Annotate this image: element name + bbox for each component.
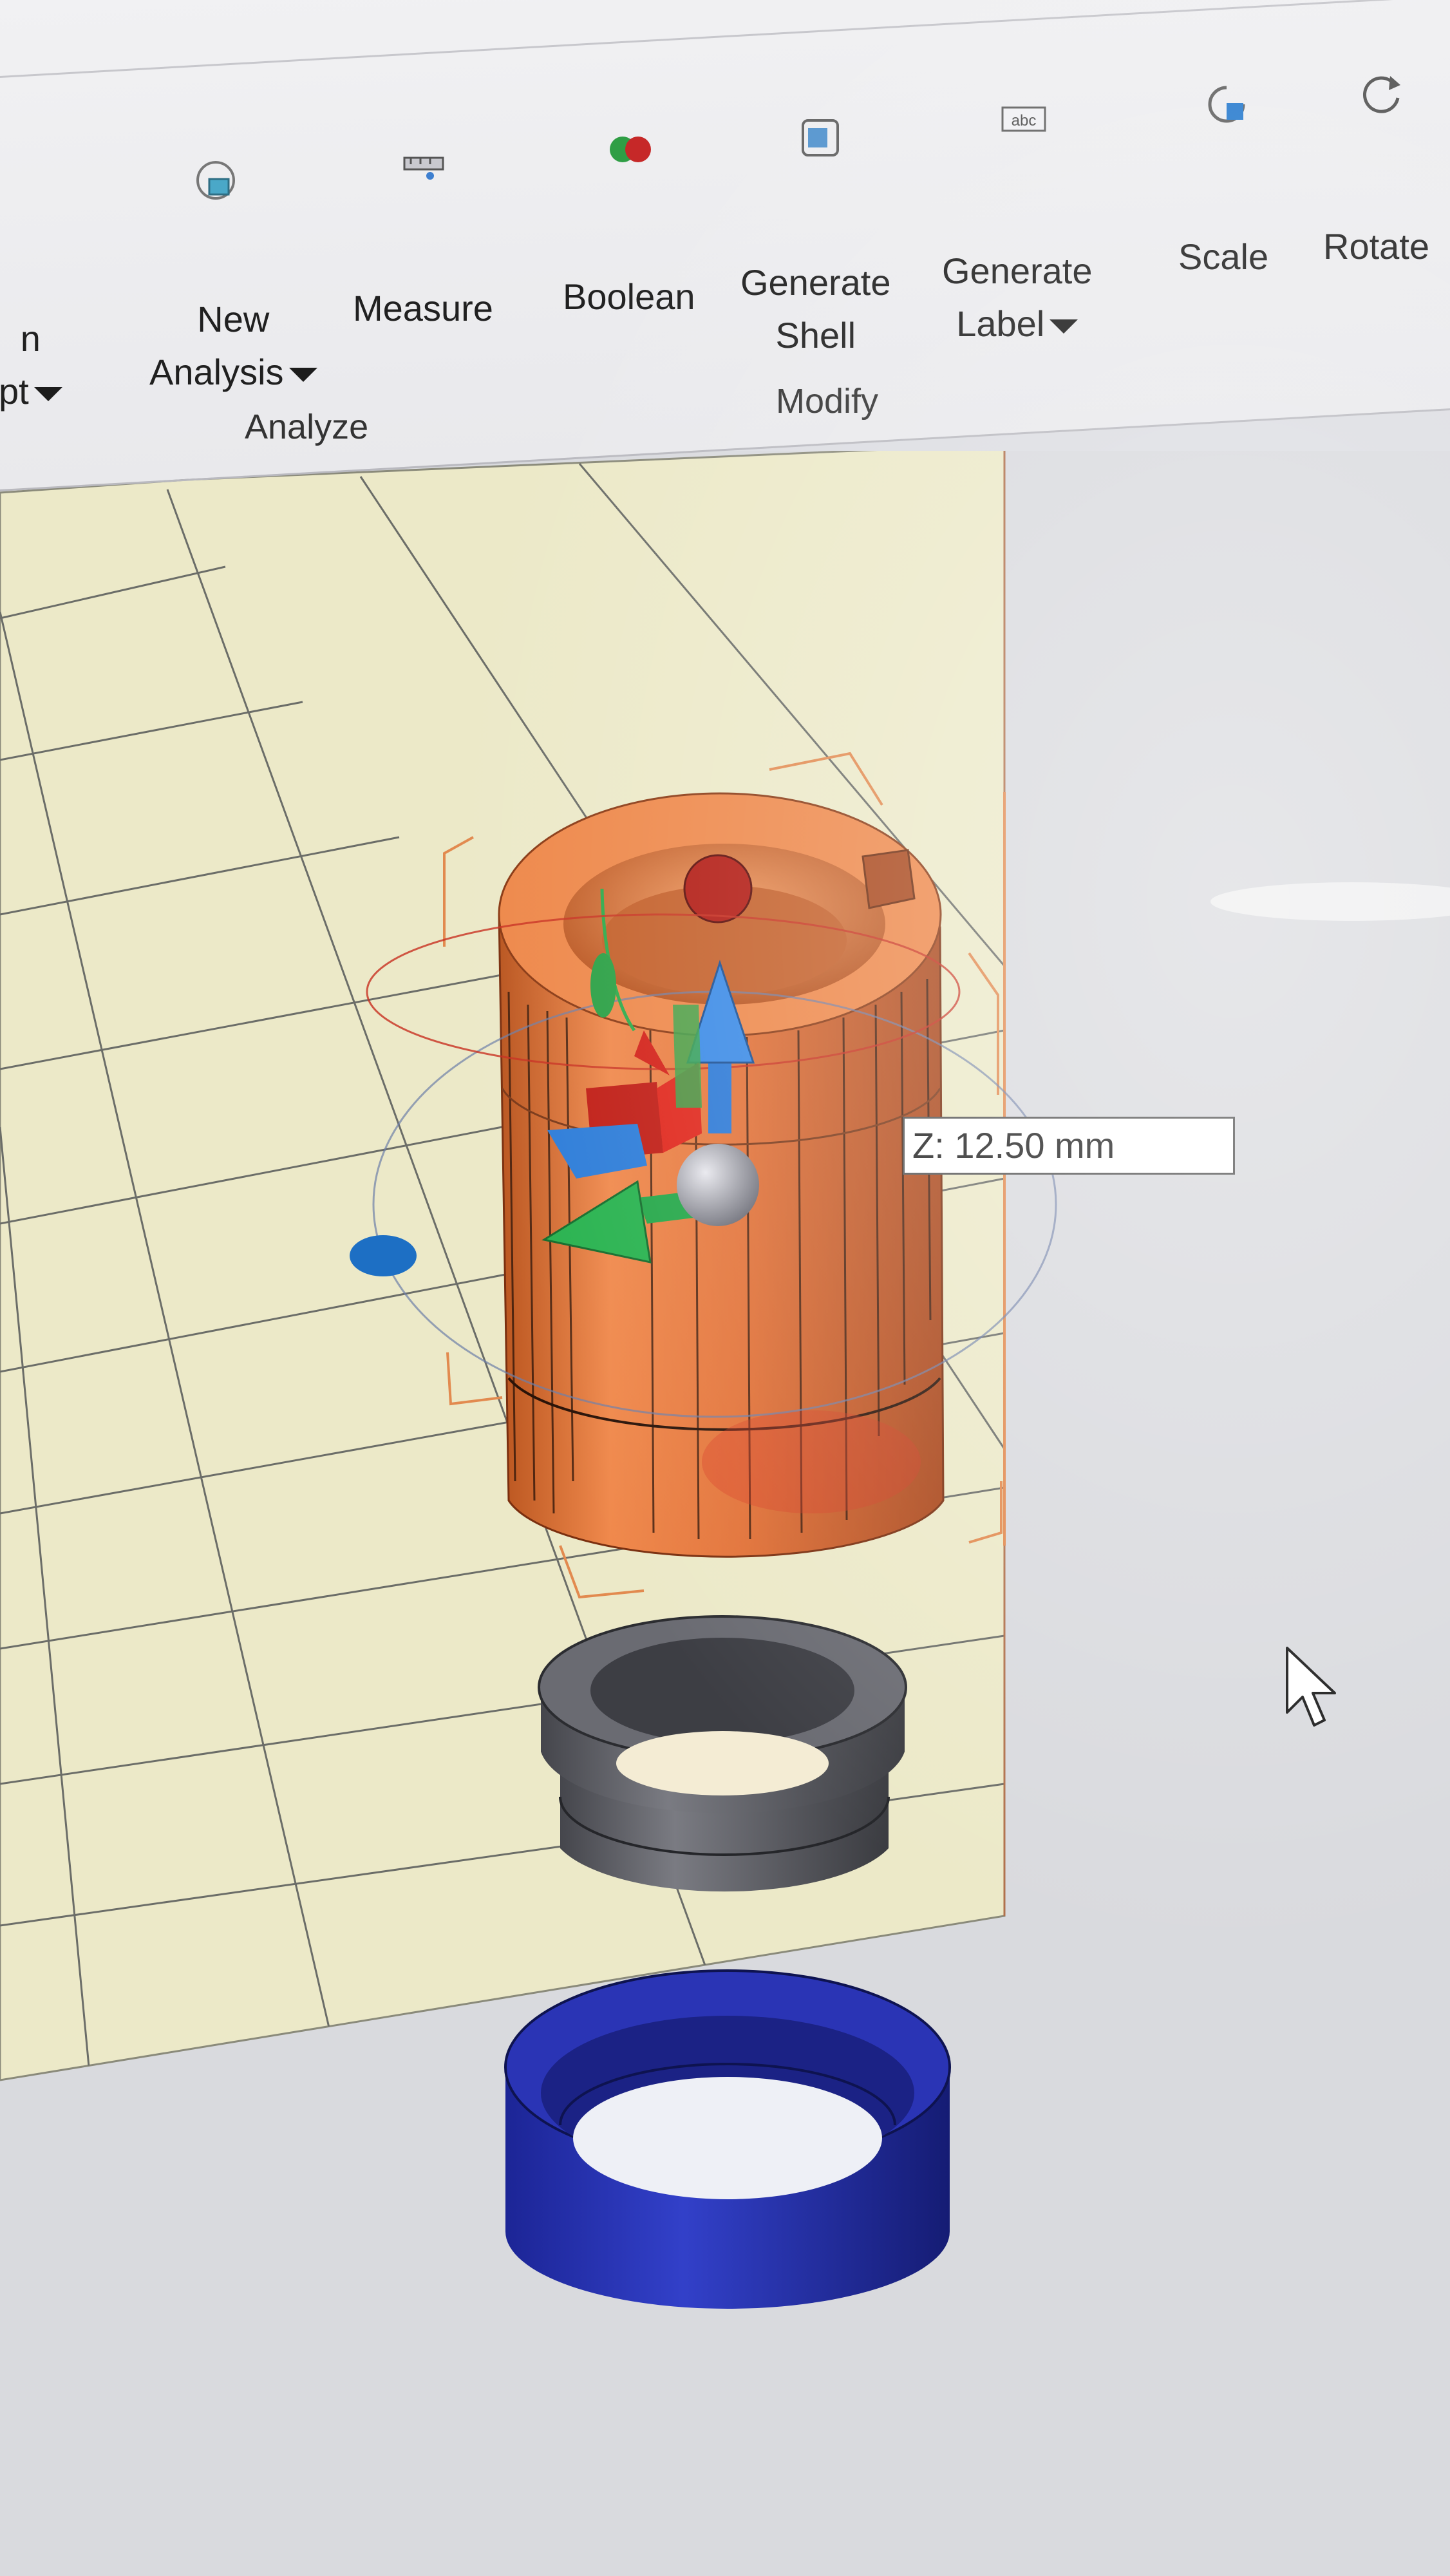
mouse-cursor-icon (1286, 1647, 1336, 1727)
slot-notch (862, 849, 916, 909)
overhang-highlight (702, 1410, 921, 1513)
new-analysis-icon[interactable] (196, 161, 235, 200)
center-sphere-icon[interactable] (677, 1144, 759, 1226)
blue-ring-part[interactable] (504, 1969, 951, 2309)
plane-handle-icon[interactable] (673, 1005, 702, 1108)
boolean-label: Boolean (563, 276, 695, 317)
measure-button[interactable]: Measure (353, 282, 493, 335)
scale-button[interactable]: Scale (1178, 231, 1268, 283)
analyze-group-label: Analyze (245, 408, 369, 446)
rotate-button[interactable]: Rotate (1323, 220, 1429, 273)
rotate-icon[interactable] (1362, 76, 1400, 113)
measure-label: Measure (353, 288, 493, 328)
rotate-handle-icon[interactable] (590, 953, 616, 1018)
scene-svg (0, 451, 1450, 2576)
scale-icon[interactable] (1208, 86, 1245, 123)
3d-viewport[interactable]: Z: 12.50 mm (0, 451, 1450, 2576)
boolean-button[interactable]: Boolean (563, 270, 695, 323)
generate-label-button[interactable]: Generate Label (942, 245, 1093, 350)
measure-icon[interactable] (403, 156, 444, 180)
rotate-label: Rotate (1323, 226, 1429, 267)
chevron-down-icon (33, 387, 62, 402)
chevron-down-icon (288, 368, 317, 383)
gray-ring-part[interactable] (538, 1615, 907, 1892)
generate-label-label-line-2: Label (956, 303, 1045, 344)
boolean-icon[interactable] (610, 137, 651, 162)
z-coordinate-readout: Z: 12.50 mm (903, 1117, 1235, 1175)
generate-shell-button[interactable]: Generate Shell (740, 256, 891, 362)
generate-label-icon[interactable]: abc (1001, 106, 1046, 132)
ribbon-icons-row: abc (196, 76, 1400, 200)
modify-group-label: Modify (776, 382, 879, 421)
new-analysis-label-line-1: New (197, 299, 270, 339)
generate-shell-label-line-2: Shell (775, 315, 856, 355)
script-button[interactable]: n pt (0, 312, 62, 418)
generate-shell-label-line-1: Generate (740, 262, 891, 303)
chevron-down-icon (1050, 319, 1078, 334)
new-analysis-label-line-2: Analysis (149, 352, 284, 392)
new-analysis-button[interactable]: New Analysis (149, 293, 317, 399)
svg-text:abc: abc (1012, 112, 1037, 129)
rotate-handle-icon[interactable] (350, 1235, 417, 1276)
script-label-line-1: n (20, 318, 41, 359)
script-label-line-2: pt (0, 371, 29, 412)
scale-label: Scale (1178, 236, 1269, 277)
generate-shell-icon[interactable] (802, 119, 839, 156)
seam-marker (683, 854, 753, 923)
generate-label-label-line-1: Generate (942, 251, 1093, 291)
